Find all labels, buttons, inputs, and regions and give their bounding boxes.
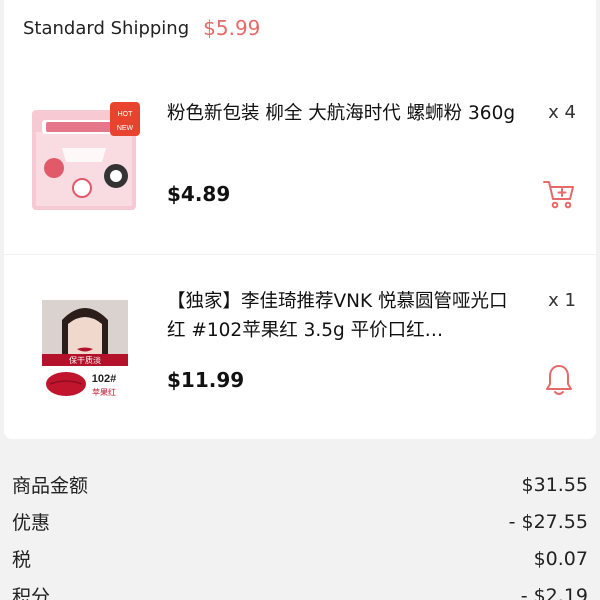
quantity: x 4 [548, 102, 576, 123]
order-card: Standard Shipping $5.99 HOT NEW 粉色新包装 柳全… [4, 0, 596, 439]
new-badge: NEW [117, 125, 134, 132]
summary-row-tax: 税 $0.07 [0, 540, 600, 577]
product-price: $4.89 [167, 182, 231, 206]
summary-row-discount: 优惠 - $27.55 [0, 503, 600, 540]
add-to-cart-icon[interactable] [542, 177, 576, 211]
summary-label: 税 [12, 549, 32, 571]
summary-value: - $27.55 [508, 510, 588, 533]
product-title[interactable]: 粉色新包装 柳全 大航海时代 螺蛳粉 360g [167, 99, 517, 157]
image-caption: 保干质淡 [69, 355, 101, 365]
shipping-label: Standard Shipping [23, 17, 190, 39]
product-title[interactable]: 【独家】李佳琦推荐VNK 悦慕圆管哑光口红 #102苹果红 3.5g 平价口红… [167, 287, 517, 345]
summary-row-subtotal: 商品金额 $31.55 [0, 466, 600, 503]
snail-noodle-package-image: HOT NEW [32, 102, 140, 210]
summary-label: 优惠 [12, 512, 51, 534]
cart-item[interactable]: 保干质淡 102# 苹果红 【独家】李佳琦推荐VNK 悦慕圆管哑光口红 #102… [4, 260, 596, 420]
summary-value: - $2.19 [520, 584, 588, 600]
summary-label: 商品金额 [12, 475, 89, 497]
summary-row-points: 积分 - $2.19 [0, 577, 600, 600]
summary-value: $0.07 [533, 547, 588, 570]
summary-label: 积分 [12, 586, 51, 600]
cart-item[interactable]: HOT NEW 粉色新包装 柳全 大航海时代 螺蛳粉 360g x 4 $4.8… [4, 72, 596, 240]
shipping-row[interactable]: Standard Shipping $5.99 [23, 14, 260, 42]
quantity: x 1 [548, 290, 576, 311]
bell-icon[interactable] [542, 363, 576, 397]
order-summary: 商品金额 $31.55 优惠 - $27.55 税 $0.07 积分 - $2.… [0, 466, 600, 600]
shipping-price: $5.99 [203, 16, 261, 40]
product-price: $11.99 [167, 368, 245, 392]
shade-code: 102# [92, 373, 116, 385]
summary-value: $31.55 [521, 473, 588, 496]
hot-badge: HOT [118, 111, 134, 118]
product-image[interactable]: 保干质淡 102# 苹果红 [42, 300, 128, 402]
product-image[interactable]: HOT NEW [32, 102, 142, 212]
shade-name: 苹果红 [92, 387, 116, 397]
lipstick-model-image: 保干质淡 102# 苹果红 [42, 300, 128, 402]
divider [4, 254, 596, 255]
